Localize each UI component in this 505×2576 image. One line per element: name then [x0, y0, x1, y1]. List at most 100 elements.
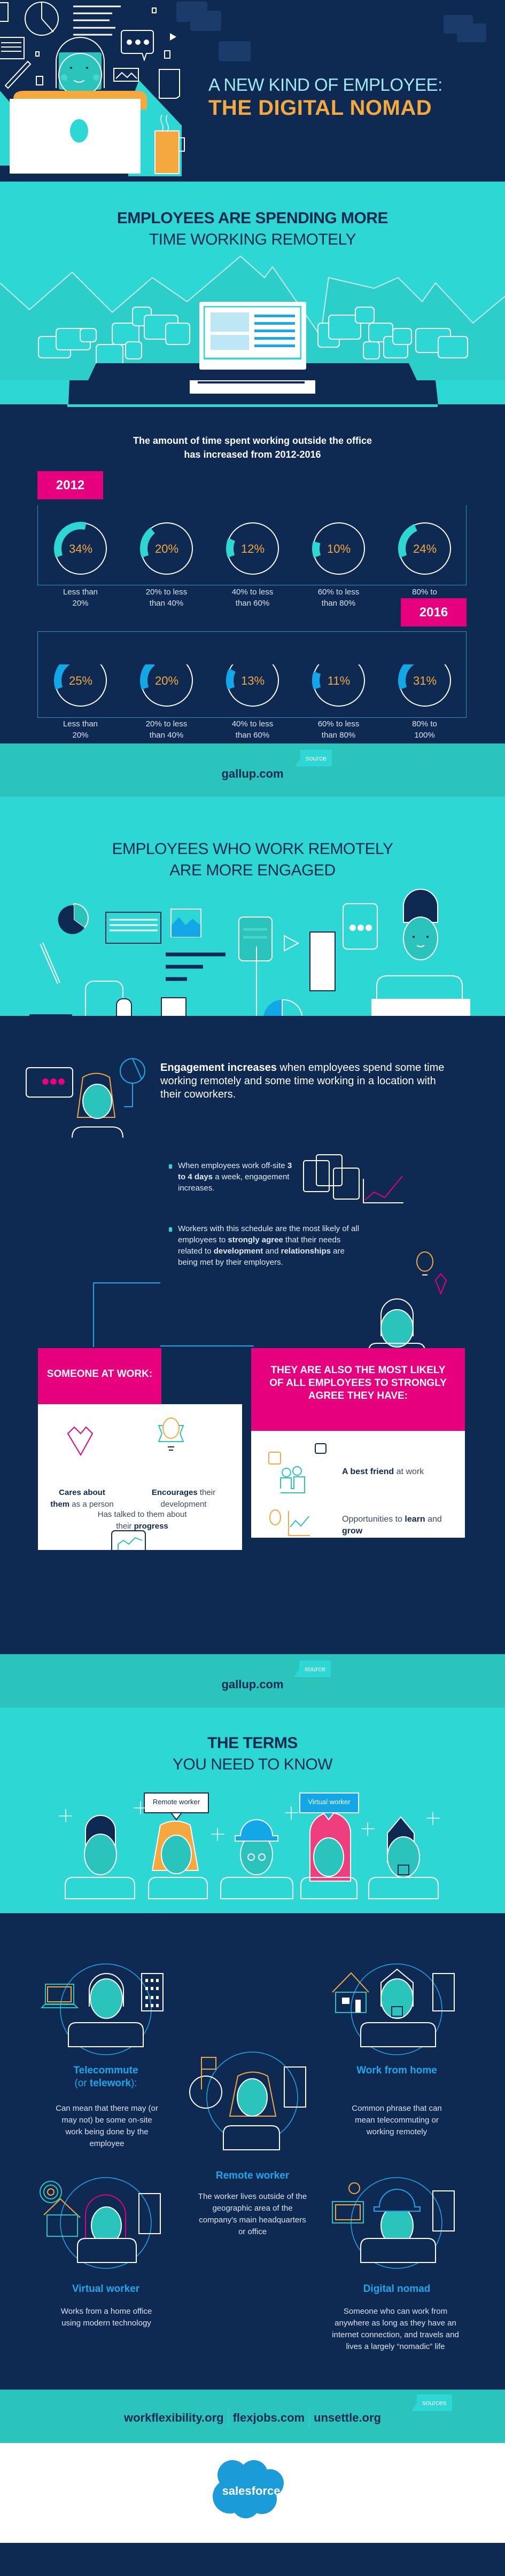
- ring-category-label: 40% to less than 60%: [231, 588, 274, 608]
- ring-value-label: 25%: [68, 674, 92, 687]
- woman-avatar-orange: [148, 1820, 208, 1899]
- work-from-home-avatar: [360, 1968, 436, 2047]
- man-avatar-goatee: [368, 1816, 439, 1899]
- ring-arc: [139, 527, 155, 558]
- decor-block: [219, 41, 251, 61]
- stats-2016-continued: 25% Less than 20% 20% 20% to less than 40% 13%…: [0, 664, 505, 743]
- form-icon: [0, 37, 25, 59]
- remote-banner-section: EMPLOYEES ARE SPENDING MORE TIME WORKING…: [0, 182, 505, 380]
- ring-item: 10% 60% to less than 80%: [299, 519, 379, 609]
- learn-bold: learn: [405, 1515, 425, 1524]
- virtual-worker-bubble-text: Virtual worker: [308, 1798, 351, 1806]
- bullet-off-site: When employees work off-site 3 to 4 days…: [169, 1160, 296, 1194]
- source-unsettle[interactable]: unsettle.org: [309, 2411, 385, 2425]
- ring-value-label: 10%: [327, 542, 350, 555]
- best-friend-bold: A best friend: [342, 1467, 394, 1476]
- remote-worker-bubble-text: Remote worker: [152, 1798, 200, 1806]
- engagement-lead: Engagement increases when employees spen…: [160, 1061, 460, 1101]
- chat-bubble-icon: [121, 30, 154, 62]
- bullet2-b: strongly agree: [228, 1235, 283, 1244]
- pie-chart-icon: [58, 903, 89, 934]
- term-nomad-desc: Someone who can work from anywhere as lo…: [332, 2307, 459, 2351]
- ring-chart: 25%: [53, 664, 107, 707]
- progress-bold: progress: [134, 1522, 168, 1531]
- lightbulb-ribbon-icon: [158, 1418, 184, 1451]
- ring-category-label: 80% to100%: [412, 719, 437, 740]
- desk-bottom: [0, 380, 505, 407]
- laptop-icon: [40, 1984, 79, 2008]
- building-icon: [284, 2066, 306, 2108]
- ring-item: 20% 20% to less than 40%: [127, 519, 207, 609]
- term-remote-title: Remote worker: [215, 2170, 290, 2181]
- workspace-illustration: [29, 889, 470, 1048]
- image-icon: [170, 909, 201, 937]
- stats-intro: The amount of time spent working outside…: [0, 434, 505, 461]
- heart-icon: [67, 1426, 94, 1457]
- ring-item: 12% 40% to less than 60%: [213, 519, 293, 609]
- ring-chart: 24%: [398, 522, 451, 575]
- windows-icon: [303, 1154, 360, 1200]
- telecommute-paren-close: ):: [130, 2078, 137, 2089]
- source-workflexibility[interactable]: workflexibility.org: [120, 2411, 228, 2425]
- laptop-logo: [70, 119, 88, 143]
- source-tag: source: [293, 1661, 331, 1677]
- image-icon: [113, 68, 139, 82]
- ring-category-label: 40% to less than 60%: [231, 719, 274, 740]
- wifi-house-icon: [40, 2181, 81, 2237]
- best-friend-rest: at work: [394, 1467, 424, 1476]
- term-virtual-title: Virtual worker: [72, 2283, 140, 2295]
- woman-avatar-pink: [300, 1812, 358, 1899]
- term-telecommute-title: Telecommute (or telework):: [58, 2064, 154, 2090]
- best-friend-text: A best friend at work: [342, 1466, 449, 1478]
- someone-at-work-header: SOMEONE AT WORK:: [38, 1348, 161, 1404]
- pie-chart-icon: [25, 2, 59, 36]
- people-illustration: [59, 1792, 440, 1899]
- building-icon: [432, 2190, 455, 2232]
- term-wfh-desc: Common phrase that can mean telecommutin…: [352, 2104, 442, 2136]
- play-icon: [170, 33, 176, 41]
- source-link[interactable]: gallup.com: [0, 767, 505, 781]
- ring-item: 13% 40% to less than 60%: [213, 664, 293, 741]
- source-link[interactable]: gallup.com: [0, 1678, 505, 1692]
- decor-block: [190, 11, 221, 31]
- term-remote-desc: The worker lives outside of the geograph…: [198, 2192, 307, 2236]
- building-icon: [141, 1973, 164, 2011]
- man-avatar: [368, 1298, 425, 1352]
- encourages-text: Encourages their development: [147, 1487, 220, 1510]
- nomad-laptop-icon: [332, 2182, 364, 2223]
- progress-text: Has talked to them about their progress: [91, 1509, 193, 1532]
- source-bar: gallup.com source: [0, 1654, 505, 1708]
- decor-block: [457, 24, 486, 42]
- bullet2-e: and: [263, 1247, 281, 1256]
- ring-item: 20% 20% to less than 40%: [127, 664, 207, 741]
- virtual-worker-avatar: [77, 2194, 137, 2263]
- source-flexjobs[interactable]: flexjobs.com: [229, 2411, 309, 2425]
- ring-category-label: 60% to less than 80%: [317, 588, 360, 608]
- grow-bold: grow: [342, 1526, 363, 1536]
- cares-about-text: Cares about them as a person: [49, 1487, 115, 1510]
- telecommute-paren-open: (or: [74, 2078, 90, 2089]
- most-likely-header: THEY ARE ALSO THE MOST LIKELY OF ALL EMP…: [251, 1348, 465, 1431]
- ring-item: 24%80% to100%: [385, 519, 465, 609]
- pie-chart-icon: [120, 1058, 145, 1107]
- chat-bubble-icon-2: [343, 903, 378, 950]
- cares-rest: as a person: [69, 1500, 114, 1509]
- time-outside-office-section: The amount of time spent working outside…: [0, 380, 505, 664]
- ring-value-label: 20%: [154, 674, 178, 687]
- engagement-spacer: [0, 1550, 505, 1654]
- most-likely-card: A best friend at work Opportunities to l…: [251, 1431, 465, 1538]
- laptop-screen: [199, 302, 306, 370]
- speech-bubble-remote: [144, 1792, 209, 1821]
- ring-arc: [226, 538, 235, 558]
- ring-chart: 34%: [53, 522, 107, 575]
- ring-arc: [312, 541, 321, 558]
- source-bar: gallup.com source: [0, 743, 505, 797]
- ring-item: 25% Less than 20%: [41, 664, 121, 741]
- page-icon: [309, 931, 336, 991]
- ring-value-label: 12%: [240, 542, 264, 555]
- bullet2-d: development: [213, 1247, 263, 1256]
- term-wfh-title: Work from home: [356, 2065, 437, 2076]
- encourages-bold: Encourages: [151, 1488, 198, 1497]
- ring-category-label: 60% to less than 80%: [317, 719, 360, 740]
- man-avatar-hat: [220, 1819, 293, 1899]
